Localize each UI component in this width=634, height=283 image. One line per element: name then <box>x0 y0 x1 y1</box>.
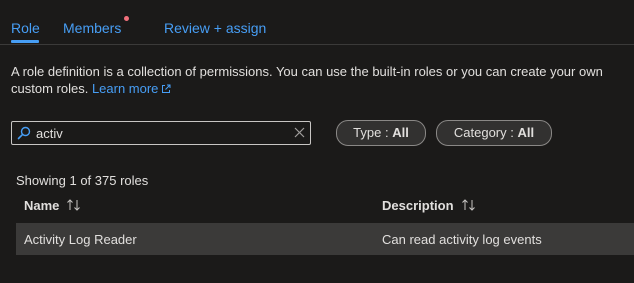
tab-members[interactable]: Members <box>63 20 121 36</box>
tab-role-active-indicator <box>11 40 39 43</box>
learn-more-link[interactable]: Learn more <box>92 81 171 96</box>
category-filter-label: Category : <box>453 125 518 140</box>
notification-dot-icon <box>124 16 129 21</box>
role-assignment-page: Role Members Review + assign A role defi… <box>0 0 634 283</box>
sort-icon <box>67 199 81 211</box>
sort-icon <box>461 199 475 211</box>
learn-more-label: Learn more <box>91 81 159 96</box>
role-definition-description: A role definition is a collection of per… <box>11 63 621 97</box>
tab-review-assign[interactable]: Review + assign <box>164 20 266 36</box>
role-description-cell: Can read activity log events <box>382 232 542 247</box>
results-count: Showing 1 of 375 roles <box>16 173 149 188</box>
tab-bar: Role Members Review + assign <box>0 0 634 45</box>
category-filter-button[interactable]: Category : All <box>436 120 552 146</box>
column-header-name[interactable]: Name <box>24 198 82 213</box>
table-row[interactable]: Activity Log Reader Can read activity lo… <box>16 223 634 255</box>
table-header: Name Description <box>16 192 634 220</box>
search-box <box>11 121 311 145</box>
type-filter-value: All <box>392 125 409 140</box>
search-icon <box>17 126 31 140</box>
external-link-icon <box>162 84 171 93</box>
close-icon[interactable] <box>294 127 305 138</box>
tab-role[interactable]: Role <box>11 20 40 36</box>
column-header-name-label: Name <box>24 198 60 213</box>
column-header-description[interactable]: Description <box>382 198 477 213</box>
type-filter-button[interactable]: Type : All <box>336 120 426 146</box>
search-input[interactable] <box>36 122 286 144</box>
role-name-cell: Activity Log Reader <box>24 232 137 247</box>
column-header-description-label: Description <box>382 198 454 213</box>
category-filter-value: All <box>517 125 535 140</box>
type-filter-label: Type : <box>353 125 393 140</box>
